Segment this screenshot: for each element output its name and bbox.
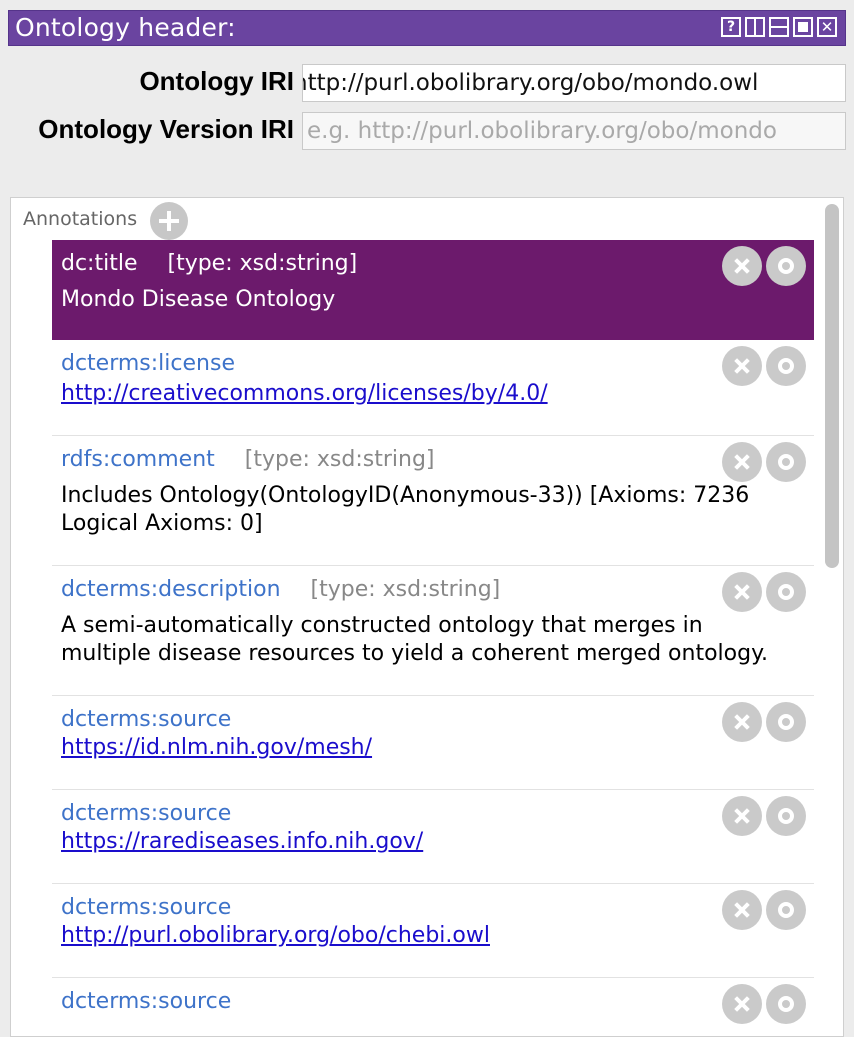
edit-annotation-button[interactable]: [766, 442, 806, 482]
delete-annotation-button[interactable]: [722, 890, 762, 930]
edit-circle-icon: [778, 584, 794, 600]
annotation-row[interactable]: dcterms:description [type: xsd:string] A s…: [52, 566, 814, 696]
annotation-property-name[interactable]: dcterms:source: [61, 895, 231, 920]
minimize-icon[interactable]: [769, 17, 789, 37]
window-controls: ? ✕: [721, 17, 837, 37]
delete-annotation-button[interactable]: [722, 572, 762, 612]
edit-circle-icon: [778, 358, 794, 374]
ontology-iri-label: Ontology IRI: [139, 66, 294, 96]
annotation-row[interactable]: dcterms:source http://purl.obolibrary.org…: [52, 884, 814, 978]
edit-annotation-button[interactable]: [766, 890, 806, 930]
annotations-panel: Annotations dc:title [type: xsd:string] Mo…: [10, 197, 844, 1037]
edit-circle-icon: [778, 714, 794, 730]
add-annotation-button[interactable]: [150, 202, 188, 240]
edit-circle-icon: [778, 902, 794, 918]
annotation-datatype: [type: xsd:string]: [310, 577, 501, 602]
maximize-icon[interactable]: [793, 17, 813, 37]
close-icon[interactable]: ✕: [817, 17, 837, 37]
ontology-iri-value: http://purl.obolibrary.org/obo/mondo.owl: [302, 70, 759, 96]
scrollbar-thumb[interactable]: [825, 204, 839, 568]
annotation-property-name[interactable]: dcterms:license: [61, 351, 235, 376]
edit-circle-icon: [778, 454, 794, 470]
edit-annotation-button[interactable]: [766, 572, 806, 612]
ontology-version-iri-placeholder: e.g. http://purl.obolibrary.org/obo/mond…: [307, 118, 777, 144]
edit-circle-icon: [778, 996, 794, 1012]
annotation-value-link[interactable]: http://creativecommons.org/licenses/by/4…: [61, 380, 548, 408]
ontology-version-iri-label: Ontology Version IRI: [38, 114, 294, 144]
ontology-version-iri-field[interactable]: e.g. http://purl.obolibrary.org/obo/mond…: [302, 112, 846, 150]
restore-icon[interactable]: [745, 17, 765, 37]
annotation-property[interactable]: dcterms:source: [61, 801, 231, 826]
edit-annotation-button[interactable]: [766, 702, 806, 742]
annotation-value-link[interactable]: https://id.nlm.nih.gov/mesh/: [61, 734, 372, 762]
annotation-row[interactable]: dcterms:source: [52, 978, 814, 1036]
edit-annotation-button[interactable]: [766, 984, 806, 1024]
annotation-value-link[interactable]: https://rarediseases.info.nih.gov/: [61, 828, 423, 856]
edit-annotation-button[interactable]: [766, 246, 806, 286]
annotation-property[interactable]: dcterms:source: [61, 707, 231, 732]
delete-annotation-button[interactable]: [722, 702, 762, 742]
annotation-property-name[interactable]: dcterms:source: [61, 801, 231, 826]
annotation-row[interactable]: rdfs:comment [type: xsd:string] Includes O…: [52, 436, 814, 566]
annotations-label: Annotations: [23, 208, 138, 230]
annotation-row[interactable]: dc:title [type: xsd:string] Mondo Disease …: [52, 240, 814, 341]
ontology-iri-field[interactable]: http://purl.obolibrary.org/obo/mondo.owl: [302, 64, 846, 102]
annotation-property[interactable]: dcterms:source: [61, 989, 231, 1014]
delete-annotation-button[interactable]: [722, 796, 762, 836]
vertical-scrollbar[interactable]: [821, 198, 843, 1036]
annotation-property-name[interactable]: dcterms:source: [61, 707, 231, 732]
annotation-row[interactable]: dcterms:license http://creativecommons.or…: [52, 340, 814, 436]
annotation-property[interactable]: dcterms:description [type: xsd:string]: [61, 577, 500, 602]
annotation-value: Includes Ontology(OntologyID(Anonymous-3…: [61, 483, 750, 508]
annotation-datatype: [type: xsd:string]: [244, 447, 435, 472]
ontology-iri-row: Ontology IRI http://purl.obolibrary.org/…: [0, 62, 854, 102]
annotation-value: Mondo Disease Ontology: [61, 287, 336, 312]
annotation-value: A semi-automatically constructed ontolog…: [61, 613, 703, 638]
ontology-version-iri-row: Ontology Version IRI e.g. http://purl.ob…: [0, 110, 854, 150]
annotation-value: multiple disease resources to yield a co…: [61, 641, 768, 666]
annotation-property[interactable]: dcterms:license: [61, 351, 235, 376]
annotation-property[interactable]: dcterms:source: [61, 895, 231, 920]
annotation-datatype: [type: xsd:string]: [167, 251, 358, 276]
annotation-row[interactable]: dcterms:source https://id.nlm.nih.gov/mes…: [52, 696, 814, 790]
edit-annotation-button[interactable]: [766, 346, 806, 386]
edit-annotation-button[interactable]: [766, 796, 806, 836]
annotation-property-name[interactable]: rdfs:comment: [61, 447, 215, 472]
annotation-value-link[interactable]: http://purl.obolibrary.org/obo/chebi.owl: [61, 922, 490, 950]
delete-annotation-button[interactable]: [722, 246, 762, 286]
annotation-property[interactable]: rdfs:comment [type: xsd:string]: [61, 447, 435, 472]
help-icon[interactable]: ?: [721, 17, 741, 37]
annotation-value: Logical Axioms: 0]: [61, 511, 263, 536]
view-title: Ontology header:: [15, 13, 236, 42]
edit-circle-icon: [778, 808, 794, 824]
delete-annotation-button[interactable]: [722, 442, 762, 482]
annotation-property[interactable]: dc:title [type: xsd:string]: [61, 251, 357, 276]
edit-circle-icon: [778, 258, 794, 274]
annotation-property-name[interactable]: dc:title: [61, 251, 137, 276]
view-titlebar: Ontology header: ? ✕: [8, 10, 846, 46]
annotation-row[interactable]: dcterms:source https://rarediseases.info.…: [52, 790, 814, 884]
annotation-property-name[interactable]: dcterms:description: [61, 577, 281, 602]
delete-annotation-button[interactable]: [722, 346, 762, 386]
delete-annotation-button[interactable]: [722, 984, 762, 1024]
annotation-property-name[interactable]: dcterms:source: [61, 989, 231, 1014]
